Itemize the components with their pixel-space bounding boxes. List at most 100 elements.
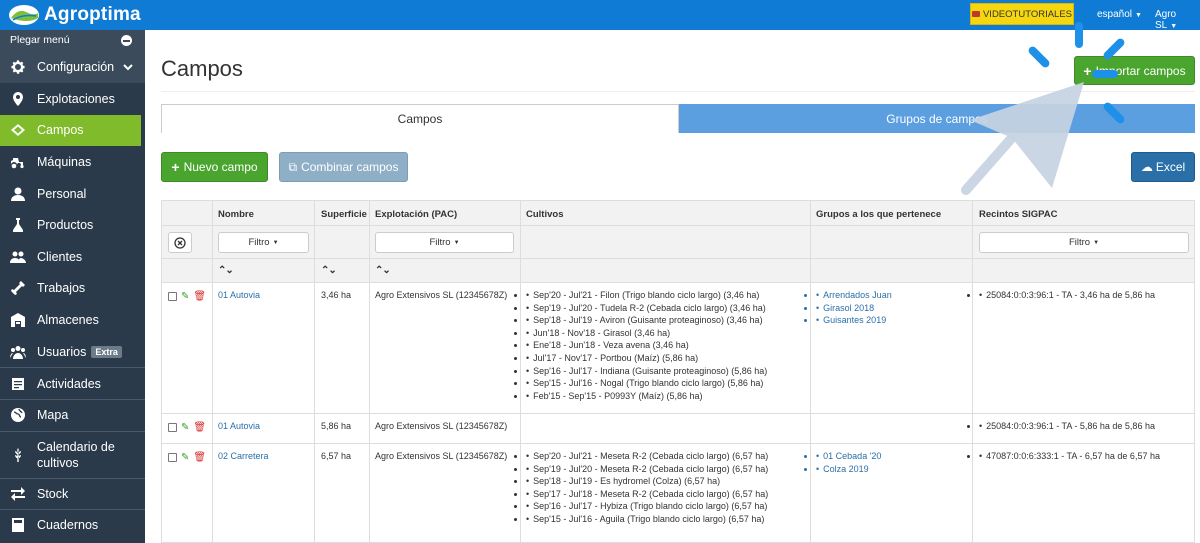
sidebar-item-calendario[interactable]: Calendario de cultivos bbox=[0, 430, 145, 478]
column-header-cultivos[interactable]: Cultivos bbox=[526, 209, 563, 220]
crop-item: Jul'17 - Nov'17 - Portbou (Maíz) (5,86 h… bbox=[526, 352, 767, 365]
row-actions: ✎ 🗑 bbox=[168, 452, 206, 463]
sort-explotacion-icon[interactable]: ⌃⌄ bbox=[375, 265, 391, 276]
field-name-link[interactable]: 01 Autovia bbox=[218, 420, 260, 433]
sidebar-item-label: Usuarios bbox=[37, 344, 87, 359]
sigpac-list: 25084:0:0:3:96:1 - TA - 5,86 ha de 5,86 … bbox=[979, 420, 1155, 433]
filter-explotacion-button[interactable]: Filtro ▼ bbox=[375, 232, 514, 253]
row-checkbox[interactable] bbox=[168, 292, 177, 301]
row-checkbox[interactable] bbox=[168, 423, 177, 432]
column-header-nombre[interactable]: Nombre bbox=[218, 209, 254, 220]
group-link[interactable]: Colza 2019 bbox=[816, 463, 881, 476]
sidebar-item-label: Máquinas bbox=[37, 154, 92, 169]
caret-down-icon: ▼ bbox=[1135, 12, 1142, 19]
sidebar-item-explotaciones[interactable]: Explotaciones bbox=[0, 83, 145, 115]
sidebar-item-usuarios[interactable]: Usuarios Extra bbox=[0, 336, 145, 368]
delete-trash-icon[interactable]: 🗑 bbox=[193, 452, 206, 463]
sidebar-item-stock[interactable]: Stock bbox=[0, 477, 145, 510]
gear-icon bbox=[9, 59, 27, 75]
sidebar-item-personal[interactable]: Personal bbox=[0, 178, 145, 210]
sidebar-item-label: Mapa bbox=[37, 408, 69, 423]
field-farm: Agro Extensivos SL (12345678Z) bbox=[375, 290, 508, 300]
new-field-button[interactable]: + Nuevo campo bbox=[161, 152, 268, 182]
crop-item: Sep'20 - Jul'21 - Filon (Trigo blando ci… bbox=[526, 289, 767, 302]
brand[interactable]: Agroptima bbox=[8, 3, 141, 27]
crop-item: Jun'18 - Nov'18 - Girasol (3,46 ha) bbox=[526, 327, 767, 340]
minus-circle-icon bbox=[121, 35, 132, 46]
excel-export-button[interactable]: ☁ Excel bbox=[1131, 152, 1195, 182]
fields-table: Nombre Superficie Explotación (PAC) Cult… bbox=[161, 200, 1195, 543]
sidebar-item-label: Trabajos bbox=[37, 281, 86, 296]
caret-down-icon: ▼ bbox=[1093, 239, 1100, 246]
tab-campos[interactable]: Campos bbox=[161, 104, 679, 133]
sidebar-item-campos[interactable]: Campos bbox=[0, 114, 141, 147]
chevron-down-icon bbox=[123, 64, 133, 71]
sidebar-item-productos[interactable]: Productos bbox=[0, 209, 145, 241]
edit-pencil-icon[interactable]: ✎ bbox=[181, 452, 189, 463]
sigpac-list: 25084:0:0:3:96:1 - TA - 3,46 ha de 5,86 … bbox=[979, 289, 1155, 302]
video-tutorials-button[interactable]: VIDEOTUTORIALES bbox=[970, 3, 1074, 25]
group-link[interactable]: 01 Cebada '20 bbox=[816, 450, 881, 463]
clear-filters-button[interactable] bbox=[168, 232, 192, 253]
group-link[interactable]: Girasol 2018 bbox=[816, 302, 892, 315]
column-header-grupos[interactable]: Grupos a los que pertenece bbox=[816, 209, 941, 220]
group-link[interactable]: Arrendados Juan bbox=[816, 289, 892, 302]
sidebar-item-label: Campos bbox=[37, 123, 84, 138]
sidebar-item-actividades[interactable]: Actividades bbox=[0, 367, 145, 399]
edit-pencil-icon[interactable]: ✎ bbox=[181, 422, 189, 433]
table-row: ✎ 🗑 01 Autovia 3,46 ha Agro Extensivos S… bbox=[162, 283, 1194, 414]
caret-down-icon: ▼ bbox=[453, 239, 460, 246]
sidebar-item-mapa[interactable]: Mapa bbox=[0, 398, 145, 431]
account-dropdown[interactable]: Agro SL ▼ bbox=[1155, 9, 1200, 31]
sidebar-item-cuadernos[interactable]: Cuadernos bbox=[0, 509, 145, 541]
table-row: ✎ 🗑 01 Autovia 5,86 ha Agro Extensivos S… bbox=[162, 414, 1194, 444]
cursor-arrow-icon bbox=[961, 82, 1084, 195]
excel-label: Excel bbox=[1155, 160, 1186, 174]
column-header-superficie[interactable]: Superficie bbox=[321, 209, 367, 220]
field-surface: 5,86 ha bbox=[321, 421, 352, 431]
flask-icon bbox=[9, 217, 27, 233]
field-surface: 6,57 ha bbox=[321, 451, 352, 461]
combine-fields-button[interactable]: ⧉ Combinar campos bbox=[279, 152, 408, 182]
column-header-recintos[interactable]: Recintos SIGPAC bbox=[979, 209, 1057, 220]
crop-item: Sep'18 - Jul'19 - Aviron (Guisante prote… bbox=[526, 314, 767, 327]
delete-trash-icon[interactable]: 🗑 bbox=[193, 291, 206, 302]
sidebar-item-almacenes[interactable]: Almacenes bbox=[0, 304, 145, 336]
field-name-link[interactable]: 02 Carretera bbox=[218, 450, 269, 463]
transfer-icon bbox=[9, 486, 27, 502]
crop-item: Sep'15 - Jul'16 - Nogal (Trigo blando ci… bbox=[526, 377, 767, 390]
filter-label: Filtro bbox=[1068, 237, 1091, 248]
crop-item: Sep'16 - Jul'17 - Hybiza (Trigo blando c… bbox=[526, 500, 768, 513]
column-divider bbox=[314, 201, 315, 543]
field-surface: 3,46 ha bbox=[321, 290, 352, 300]
column-header-explotacion[interactable]: Explotación (PAC) bbox=[375, 209, 457, 220]
row-checkbox[interactable] bbox=[168, 453, 177, 462]
combine-icon: ⧉ bbox=[288, 159, 298, 174]
filter-nombre-button[interactable]: Filtro ▼ bbox=[218, 232, 309, 253]
sigpac-list: 47087:0:0:6:333:1 - TA - 6,57 ha de 6,57… bbox=[979, 450, 1160, 463]
sidebar: Plegar menú Configuración Explotaciones … bbox=[0, 30, 145, 543]
tab-grupos-de-campos[interactable]: Grupos de campos bbox=[679, 104, 1195, 133]
plus-icon: + bbox=[1083, 62, 1092, 79]
sidebar-item-trabajos[interactable]: Trabajos bbox=[0, 273, 145, 305]
crop-item: Sep'17 - Jul'18 - Meseta R-2 (Cebada cic… bbox=[526, 488, 768, 501]
sort-nombre-icon[interactable]: ⌃⌄ bbox=[218, 265, 234, 276]
field-name-link[interactable]: 01 Autovia bbox=[218, 289, 260, 302]
sort-superficie-icon[interactable]: ⌃⌄ bbox=[321, 265, 337, 276]
group-link[interactable]: Guisantes 2019 bbox=[816, 314, 892, 327]
highlight-ray bbox=[1028, 46, 1050, 68]
caret-down-icon: ▼ bbox=[1170, 23, 1178, 30]
user-icon bbox=[9, 186, 27, 202]
import-fields-button[interactable]: + Importar campos bbox=[1074, 56, 1195, 85]
sidebar-item-clientes[interactable]: Clientes bbox=[0, 241, 145, 273]
title-divider bbox=[161, 91, 1195, 92]
language-dropdown[interactable]: español ▼ bbox=[1097, 9, 1142, 20]
filter-recintos-button[interactable]: Filtro ▼ bbox=[979, 232, 1189, 253]
sidebar-item-configuracion[interactable]: Configuración bbox=[0, 51, 145, 83]
delete-trash-icon[interactable]: 🗑 bbox=[193, 422, 206, 433]
group-icon bbox=[9, 344, 27, 360]
tab-label: Campos bbox=[397, 112, 443, 126]
edit-pencil-icon[interactable]: ✎ bbox=[181, 291, 189, 302]
collapse-menu-button[interactable]: Plegar menú bbox=[0, 30, 145, 51]
sidebar-item-maquinas[interactable]: Máquinas bbox=[0, 146, 145, 178]
